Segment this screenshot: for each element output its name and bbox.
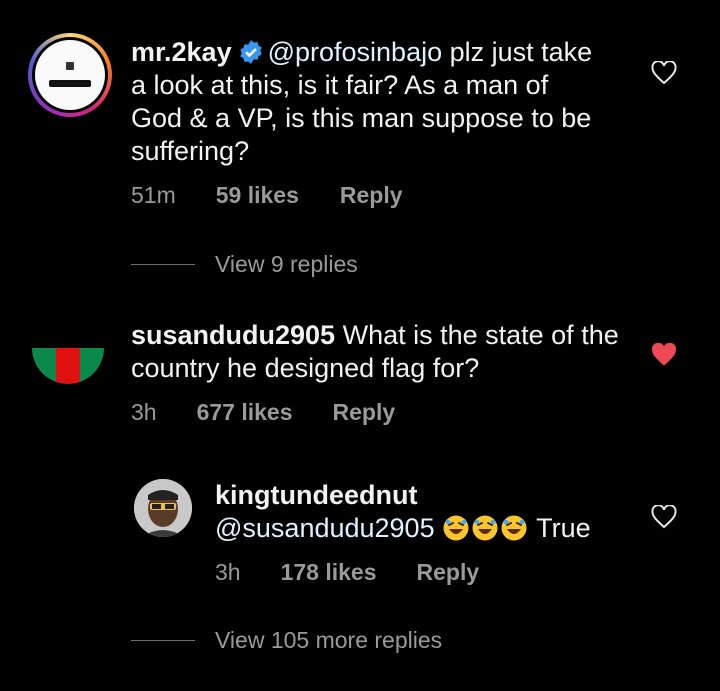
avatar[interactable] <box>32 312 104 384</box>
reply-button[interactable]: Reply <box>333 399 396 426</box>
comment-text: susandudu2905 What is the state of the c… <box>131 319 631 385</box>
heart-icon[interactable] <box>651 505 677 529</box>
comment-line: a look at this, is it fair? As a man of <box>131 70 549 100</box>
heart-filled-icon[interactable] <box>651 343 677 367</box>
rolling-on-floor-laughing-icon <box>472 515 498 541</box>
rolling-on-floor-laughing-icon <box>501 515 527 541</box>
comment-text: kingtundeednut @susandudu2905 True <box>215 479 655 545</box>
comment-line: True <box>529 513 591 543</box>
reply-button[interactable]: Reply <box>417 559 480 586</box>
reply-button[interactable]: Reply <box>340 182 403 209</box>
comment-line: plz just take <box>442 37 593 67</box>
verified-badge-icon <box>239 40 262 64</box>
avatar-logo <box>49 80 91 87</box>
username[interactable]: susandudu2905 <box>131 320 335 350</box>
avatar[interactable] <box>28 33 112 117</box>
comment-line: What is the state of the <box>335 320 619 350</box>
heart-icon[interactable] <box>651 61 677 85</box>
comment-line: suffering? <box>131 136 250 166</box>
profile-photo-image <box>134 479 192 537</box>
likes-count[interactable]: 178 likes <box>281 559 377 586</box>
timestamp: 51m <box>131 182 176 208</box>
timestamp: 3h <box>131 399 157 425</box>
comment-line: God & a VP, is this man suppose to be <box>131 103 592 133</box>
comment-line: country he designed flag for? <box>131 353 480 383</box>
divider-line <box>131 640 195 641</box>
view-more-replies-button[interactable]: View 105 more replies <box>131 627 442 654</box>
flag-avatar-image <box>32 312 104 384</box>
mention-link[interactable]: @profosinbajo <box>268 37 443 67</box>
likes-count[interactable]: 59 likes <box>216 182 299 209</box>
view-replies-label: View 105 more replies <box>215 627 443 653</box>
timestamp: 3h <box>215 559 241 585</box>
view-replies-label: View 9 replies <box>215 251 358 277</box>
comment-text: mr.2kay @profosinbajo plz just take a loo… <box>131 36 631 168</box>
likes-count[interactable]: 677 likes <box>197 399 293 426</box>
divider-line <box>131 264 195 265</box>
avatar[interactable] <box>134 479 192 537</box>
view-replies-button[interactable]: View 9 replies <box>131 251 358 278</box>
mention-link[interactable]: @susandudu2905 <box>215 513 435 543</box>
username[interactable]: mr.2kay <box>131 37 232 67</box>
rolling-on-floor-laughing-icon <box>443 515 469 541</box>
username[interactable]: kingtundeednut <box>215 479 655 512</box>
